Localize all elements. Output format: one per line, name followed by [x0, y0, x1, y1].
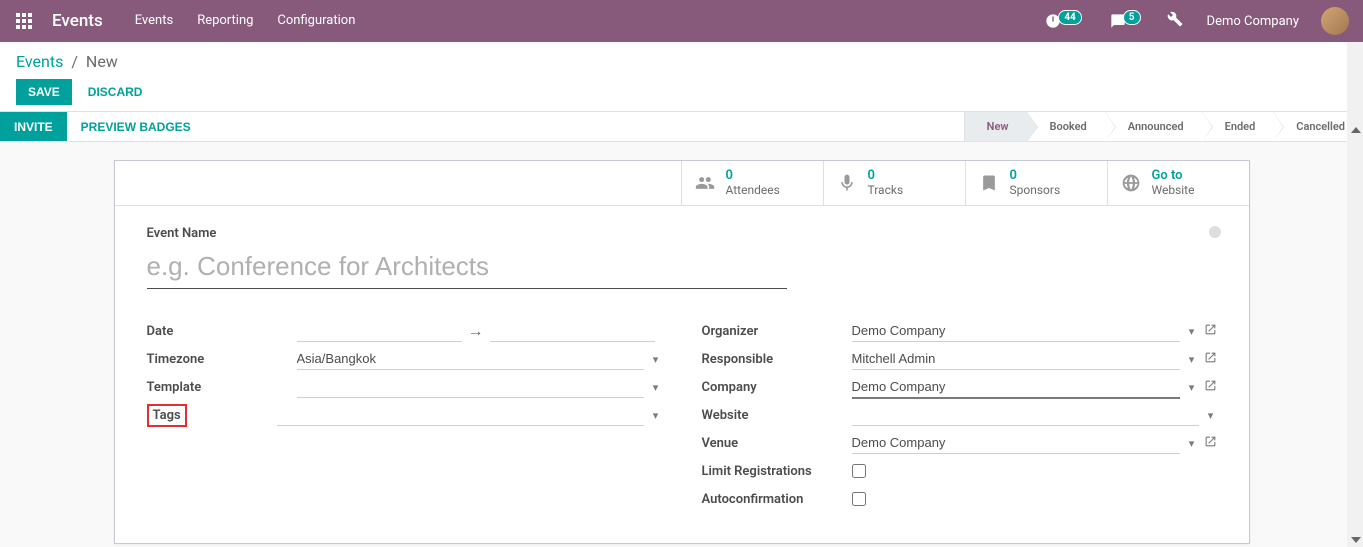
nav-link-reporting[interactable]: Reporting — [185, 0, 265, 42]
external-link-icon[interactable] — [1204, 379, 1217, 396]
invite-button[interactable]: Invite — [0, 112, 67, 141]
messages-badge: 5 — [1123, 10, 1141, 25]
kanban-state-dot[interactable] — [1209, 226, 1221, 238]
venue-input[interactable] — [852, 432, 1180, 454]
activity-badge: 44 — [1058, 10, 1081, 25]
stat-tracks[interactable]: 0Tracks — [823, 161, 965, 205]
dev-tools-icon[interactable] — [1159, 11, 1191, 31]
status-new[interactable]: New — [964, 112, 1027, 141]
status-booked[interactable]: Booked — [1027, 112, 1105, 141]
chevron-down-icon[interactable]: ▾ — [1186, 381, 1198, 394]
right-column: Organizer ▾ Responsible ▾ — [702, 317, 1217, 513]
statusbar: New Booked Announced Ended Cancelled — [964, 112, 1363, 141]
stat-sponsors[interactable]: 0Sponsors — [965, 161, 1107, 205]
nav-link-events[interactable]: Events — [123, 0, 185, 42]
timezone-input[interactable] — [297, 348, 644, 370]
stat-label: Website — [1152, 184, 1195, 198]
organizer-input[interactable] — [852, 320, 1180, 342]
nav-link-configuration[interactable]: Configuration — [265, 0, 367, 42]
responsible-input[interactable] — [852, 348, 1180, 370]
mic-icon — [836, 173, 858, 193]
statusbar-row: Invite Preview Badges New Booked Announc… — [0, 112, 1363, 142]
scroll-down-icon[interactable] — [1351, 537, 1361, 543]
save-button[interactable]: Save — [16, 79, 72, 105]
button-box: 0Attendees 0Tracks 0Sponsors Go toWebsit… — [115, 161, 1249, 206]
stat-label: Tracks — [868, 184, 904, 198]
website-input[interactable] — [852, 404, 1199, 426]
event-name-label: Event Name — [147, 226, 1217, 241]
stat-label: Attendees — [726, 184, 780, 198]
chevron-down-icon[interactable]: ▾ — [650, 409, 662, 422]
breadcrumb-current: New — [86, 52, 118, 71]
external-link-icon[interactable] — [1204, 323, 1217, 340]
chevron-down-icon[interactable]: ▾ — [650, 353, 662, 366]
date-end-input[interactable] — [490, 320, 655, 342]
form-sheet: 0Attendees 0Tracks 0Sponsors Go toWebsit… — [114, 160, 1250, 544]
limit-registrations-label: Limit Registrations — [702, 464, 852, 479]
limit-registrations-checkbox[interactable] — [852, 464, 866, 478]
scrollbar[interactable] — [1347, 42, 1363, 547]
autoconfirmation-checkbox[interactable] — [852, 492, 866, 506]
sheet-body: Event Name Date → Timezone — [115, 206, 1249, 543]
users-icon — [694, 173, 716, 193]
venue-label: Venue — [702, 436, 852, 451]
date-start-input[interactable] — [297, 320, 462, 342]
form-container: 0Attendees 0Tracks 0Sponsors Go toWebsit… — [0, 142, 1363, 544]
breadcrumb-sep: / — [67, 52, 82, 71]
messages-icon[interactable]: 5 — [1100, 13, 1151, 29]
globe-icon — [1120, 173, 1142, 193]
stat-count: Go to — [1152, 169, 1195, 184]
company-name[interactable]: Demo Company — [1199, 14, 1307, 29]
breadcrumb-root[interactable]: Events — [16, 52, 63, 71]
external-link-icon[interactable] — [1204, 435, 1217, 452]
stat-label: Sponsors — [1010, 184, 1061, 198]
company-label: Company — [702, 380, 852, 395]
arrow-right-icon: → — [468, 321, 484, 341]
chevron-down-icon[interactable]: ▾ — [1186, 325, 1198, 338]
breadcrumb: Events / New — [16, 52, 1347, 79]
event-name-input[interactable] — [147, 245, 787, 289]
stat-count: 0 — [868, 169, 904, 184]
stat-count: 0 — [1010, 169, 1061, 184]
discard-button[interactable]: Discard — [78, 79, 153, 105]
bookmark-icon — [978, 173, 1000, 193]
user-avatar[interactable] — [1321, 7, 1349, 35]
tags-label: Tags — [147, 404, 187, 427]
left-column: Date → Timezone ▾ — [147, 317, 662, 513]
tags-input[interactable] — [277, 404, 644, 426]
activity-icon[interactable]: 44 — [1035, 13, 1091, 29]
template-label: Template — [147, 380, 297, 395]
autoconfirmation-label: Autoconfirmation — [702, 492, 852, 507]
stat-count: 0 — [726, 169, 780, 184]
scroll-up-icon[interactable] — [1351, 127, 1361, 133]
stat-attendees[interactable]: 0Attendees — [681, 161, 823, 205]
top-navbar: Events Events Reporting Configuration 44… — [0, 0, 1363, 42]
app-brand[interactable]: Events — [44, 11, 119, 31]
control-panel: Events / New Save Discard — [0, 42, 1363, 112]
responsible-label: Responsible — [702, 352, 852, 367]
date-label: Date — [147, 324, 297, 339]
website-label: Website — [702, 408, 852, 423]
organizer-label: Organizer — [702, 324, 852, 339]
external-link-icon[interactable] — [1204, 351, 1217, 368]
apps-icon[interactable] — [8, 5, 40, 37]
preview-badges-button[interactable]: Preview Badges — [67, 112, 205, 141]
stat-website[interactable]: Go toWebsite — [1107, 161, 1249, 205]
chevron-down-icon[interactable]: ▾ — [1186, 437, 1198, 450]
chevron-down-icon[interactable]: ▾ — [650, 381, 662, 394]
chevron-down-icon[interactable]: ▾ — [1205, 409, 1217, 422]
template-input[interactable] — [297, 376, 644, 398]
timezone-label: Timezone — [147, 352, 297, 367]
chevron-down-icon[interactable]: ▾ — [1186, 353, 1198, 366]
status-announced[interactable]: Announced — [1105, 112, 1202, 141]
company-input[interactable] — [852, 376, 1180, 399]
